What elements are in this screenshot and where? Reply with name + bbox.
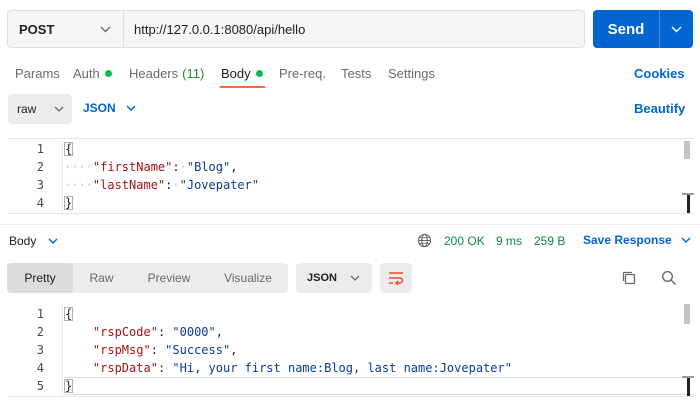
method-dropdown[interactable]: POST bbox=[8, 11, 124, 47]
status-code[interactable]: 200 OK bbox=[444, 234, 485, 248]
scrollbar-track bbox=[687, 376, 690, 396]
line-number: 3 bbox=[36, 343, 44, 357]
tab-label: Pre-req. bbox=[279, 66, 326, 81]
line-number: 2 bbox=[36, 325, 44, 339]
wrap-lines-icon bbox=[389, 272, 404, 285]
send-button-group: Send bbox=[593, 10, 693, 48]
vertical-scrollbar[interactable] bbox=[684, 141, 690, 159]
code-text: { bbox=[64, 142, 74, 156]
url-text: http://127.0.0.1:8080/api/hello bbox=[134, 21, 306, 37]
line-number: 2 bbox=[36, 160, 44, 174]
save-response-button[interactable]: Save Response bbox=[583, 233, 691, 247]
line-number: 1 bbox=[36, 142, 44, 156]
tab-label: Auth bbox=[73, 66, 100, 81]
scroll-marker bbox=[682, 376, 694, 378]
response-status-bar: Body 200 OK 9 ms 259 B Save Response bbox=[0, 224, 700, 254]
code-text: { bbox=[64, 307, 74, 321]
url-input[interactable]: http://127.0.0.1:8080/api/hello bbox=[124, 11, 584, 47]
code-line: 4 } bbox=[8, 194, 694, 212]
view-tab-label: Raw bbox=[89, 271, 114, 285]
send-button[interactable]: Send bbox=[593, 10, 659, 48]
tab-pre-request[interactable]: Pre-req. bbox=[279, 66, 326, 81]
chevron-down-icon bbox=[681, 237, 691, 243]
tab-label: Settings bbox=[388, 66, 435, 81]
view-tab-label: Visualize bbox=[224, 271, 272, 285]
line-number: 3 bbox=[36, 178, 44, 192]
view-tab-visualize[interactable]: Visualize bbox=[208, 263, 288, 293]
view-tab-label: Pretty bbox=[24, 271, 56, 285]
auth-indicator-dot bbox=[104, 70, 112, 77]
view-tab-preview[interactable]: Preview bbox=[130, 263, 208, 293]
line-number: 4 bbox=[36, 196, 44, 210]
tab-body[interactable]: Body bbox=[221, 66, 263, 81]
headers-count: (11) bbox=[182, 66, 205, 81]
scroll-marker bbox=[682, 193, 694, 195]
body-format-dropdown[interactable]: JSON bbox=[83, 101, 136, 115]
code-text: ····"firstName":·"Blog", bbox=[64, 160, 238, 174]
line-number: 5 bbox=[36, 379, 44, 393]
method-label: POST bbox=[19, 21, 55, 37]
code-line: 3 "rspMsg": "Success", bbox=[8, 341, 694, 359]
code-line: 2 "rspCode": "0000", bbox=[8, 323, 694, 341]
globe-icon[interactable] bbox=[417, 233, 432, 248]
tab-headers[interactable]: Headers (11) bbox=[129, 66, 204, 81]
line-number: 4 bbox=[36, 361, 44, 375]
code-text: ····"lastName":·"Jovepater" bbox=[64, 178, 260, 192]
view-tab-raw[interactable]: Raw bbox=[73, 263, 130, 293]
response-view-tabs: Pretty Raw Preview Visualize bbox=[7, 263, 288, 293]
body-indicator-dot bbox=[255, 70, 263, 77]
response-format-label: JSON bbox=[307, 272, 337, 284]
body-mode-dropdown[interactable]: raw bbox=[8, 94, 72, 124]
send-label: Send bbox=[607, 20, 645, 38]
code-text: "rspData": "Hi, your first name:Blog, la… bbox=[92, 361, 512, 375]
chevron-down-icon bbox=[100, 26, 111, 32]
tab-auth[interactable]: Auth bbox=[73, 66, 112, 81]
response-time[interactable]: 9 ms bbox=[496, 234, 522, 248]
search-icon[interactable] bbox=[661, 270, 677, 286]
response-format-dropdown[interactable]: JSON bbox=[296, 263, 372, 293]
code-text: "rspMsg": "Success", bbox=[92, 343, 238, 357]
code-line: 3 ····"lastName":·"Jovepater" bbox=[8, 176, 694, 194]
chevron-down-icon bbox=[126, 105, 136, 111]
tab-label: Body bbox=[221, 66, 251, 81]
response-section-label: Body bbox=[9, 234, 37, 248]
save-response-label: Save Response bbox=[583, 233, 672, 247]
tab-tests[interactable]: Tests bbox=[341, 66, 371, 81]
cookies-link[interactable]: Cookies bbox=[634, 66, 685, 81]
code-line: 1 { bbox=[8, 140, 694, 158]
beautify-link[interactable]: Beautify bbox=[634, 101, 685, 116]
code-line: 4 "rspData": "Hi, your first name:Blog, … bbox=[8, 359, 694, 377]
body-mode-label: raw bbox=[17, 102, 37, 116]
tab-params[interactable]: Params bbox=[15, 66, 60, 81]
chevron-down-icon bbox=[48, 238, 58, 244]
send-options-button[interactable] bbox=[660, 10, 693, 48]
request-url-bar: POST http://127.0.0.1:8080/api/hello bbox=[7, 10, 585, 48]
current-line-highlight bbox=[64, 377, 694, 395]
code-text: } bbox=[64, 196, 74, 210]
tab-label: Params bbox=[15, 66, 60, 81]
vertical-scrollbar[interactable] bbox=[684, 304, 690, 324]
request-tabs: Params Auth Headers (11) Body Pre-req. Te… bbox=[0, 60, 700, 88]
tab-label: Tests bbox=[341, 66, 372, 81]
view-tab-pretty[interactable]: Pretty bbox=[7, 263, 73, 293]
code-line: 1 { bbox=[8, 305, 694, 323]
active-tab-indicator bbox=[220, 86, 265, 88]
scrollbar-track bbox=[687, 193, 690, 213]
copy-icon[interactable] bbox=[621, 270, 637, 286]
response-body-viewer[interactable]: 1 { 2 "rspCode": "0000", 3 "rspMsg": "Su… bbox=[8, 304, 694, 397]
code-line: 2 ····"firstName":·"Blog", bbox=[8, 158, 694, 176]
response-section-dropdown[interactable]: Body bbox=[9, 234, 58, 248]
chevron-down-icon bbox=[671, 26, 682, 32]
chevron-down-icon bbox=[350, 275, 360, 281]
response-size[interactable]: 259 B bbox=[534, 234, 565, 248]
request-body-editor[interactable]: 1 { 2 ····"firstName":·"Blog", 3 ····"la… bbox=[8, 138, 694, 215]
chevron-down-icon bbox=[54, 106, 64, 112]
line-number: 1 bbox=[36, 307, 44, 321]
view-tab-label: Preview bbox=[147, 271, 191, 285]
body-format-label: JSON bbox=[83, 101, 116, 115]
tab-label: Headers bbox=[129, 66, 179, 81]
wrap-lines-button[interactable] bbox=[380, 263, 412, 293]
tab-settings[interactable]: Settings bbox=[388, 66, 435, 81]
code-text: "rspCode": "0000", bbox=[92, 325, 223, 339]
